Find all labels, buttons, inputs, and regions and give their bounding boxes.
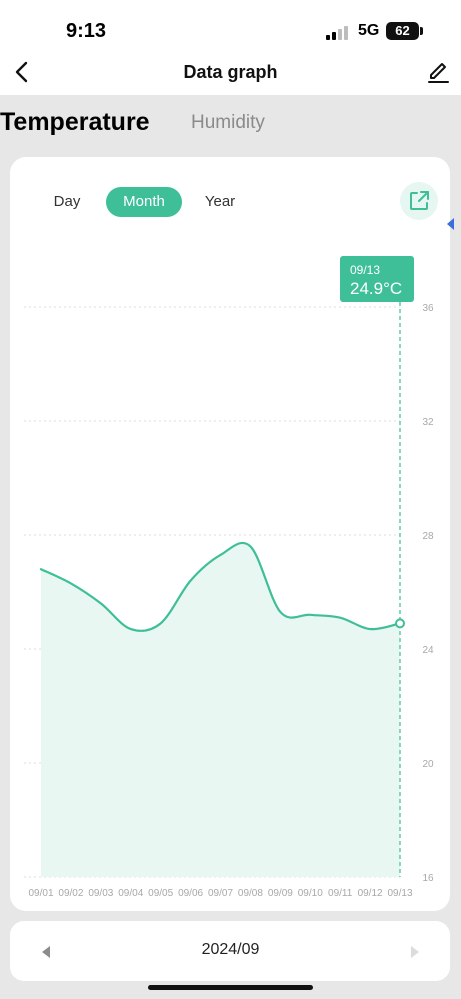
period-label: 2024/09 (201, 941, 260, 958)
page-title: Data graph (183, 62, 278, 82)
tab-humidity[interactable]: Humidity (191, 112, 265, 134)
metric-tabs: Temperature Humidity (0, 95, 461, 150)
triangle-right-icon[interactable] (409, 945, 421, 959)
battery-level: 62 (395, 23, 410, 38)
chart-tooltip: 09/13 24.9°C (340, 256, 414, 302)
range-day-button[interactable]: Day (44, 187, 90, 217)
battery-icon: 62 (386, 22, 419, 40)
home-indicator (148, 985, 313, 990)
tooltip-date: 09/13 (350, 263, 381, 277)
side-indicator-icon (447, 218, 454, 230)
tab-temperature[interactable]: Temperature (0, 108, 150, 137)
navigation-bar: Data graph (0, 52, 461, 92)
share-external-icon (410, 191, 429, 210)
status-time: 9:13 (66, 20, 107, 42)
range-month-button[interactable]: Month (106, 187, 182, 217)
range-year-button[interactable]: Year (197, 187, 243, 217)
network-type: 5G (358, 22, 380, 39)
cellular-signal-icon (326, 26, 348, 40)
pencil-icon[interactable] (424, 58, 452, 86)
tooltip-value: 24.9°C (350, 279, 403, 298)
share-button[interactable] (400, 182, 438, 220)
battery-tip (420, 27, 423, 35)
